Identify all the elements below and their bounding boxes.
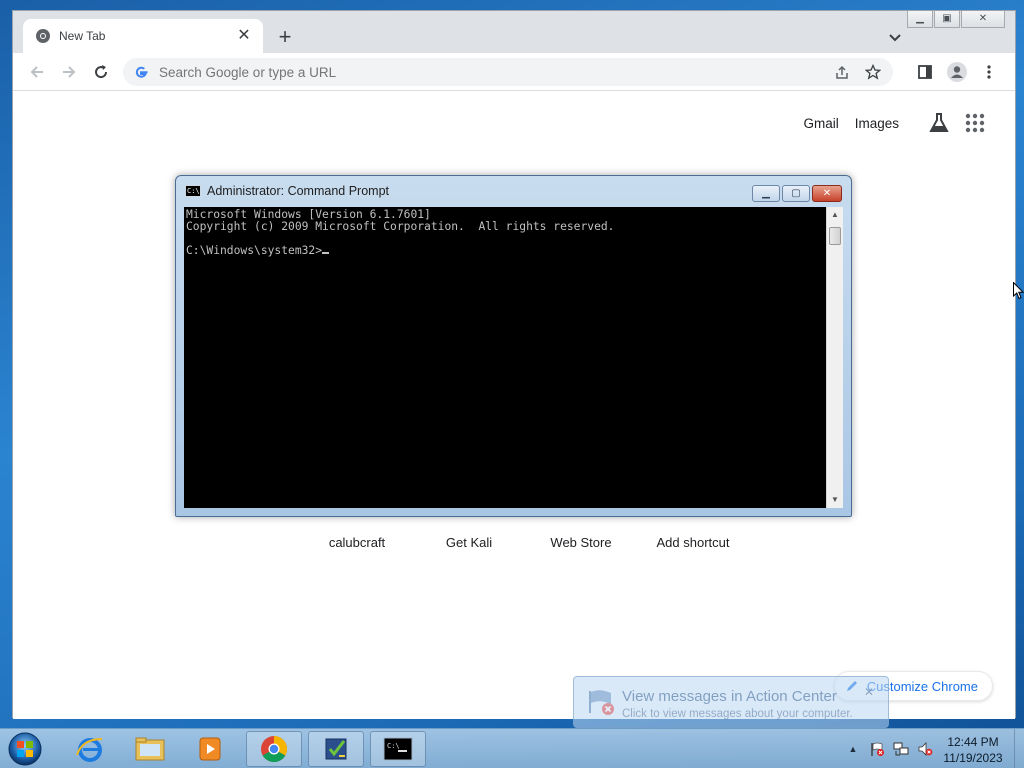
- minimize-icon: ▁: [762, 187, 770, 199]
- text-cursor: [322, 252, 330, 254]
- folder-icon: [135, 737, 165, 761]
- close-icon: ✕: [822, 187, 832, 199]
- shortcut-get-kali[interactable]: Get Kali: [413, 535, 525, 550]
- cmd-maximize-button[interactable]: ▢: [782, 185, 810, 202]
- reload-icon: [95, 65, 108, 79]
- cmd-minimize-button[interactable]: ▁: [752, 185, 780, 202]
- chrome-icon: [36, 29, 50, 43]
- chrome-icon: [261, 735, 288, 763]
- clock-date: 11/19/2023: [943, 751, 1003, 765]
- shortcut-web-store[interactable]: Web Store: [525, 535, 637, 550]
- omnibox[interactable]: [123, 58, 893, 86]
- maximize-icon: ▢: [791, 187, 801, 199]
- forward-button[interactable]: [57, 60, 81, 84]
- shortcut-calubcraft[interactable]: calubcraft: [301, 535, 413, 550]
- tray-network[interactable]: [892, 740, 910, 758]
- close-icon: ✕: [978, 13, 988, 24]
- network-icon: [893, 742, 909, 756]
- restore-button[interactable]: ▣: [934, 11, 960, 28]
- scroll-down-icon[interactable]: ▼: [827, 492, 843, 508]
- gmail-link[interactable]: Gmail: [803, 116, 838, 131]
- new-tab-button[interactable]: +: [272, 25, 298, 51]
- taskbar-chrome[interactable]: [246, 731, 302, 767]
- internet-explorer-icon: [76, 738, 103, 762]
- side-panel-icon: [918, 65, 932, 79]
- side-panel-button[interactable]: [913, 60, 937, 84]
- avatar-icon: [947, 62, 967, 82]
- taskbar-windows-explorer[interactable]: [122, 731, 178, 767]
- clock-time: 12:44 PM: [947, 735, 999, 749]
- url-input[interactable]: [159, 64, 831, 80]
- share-icon: [836, 65, 848, 79]
- action-center-flag-icon: [589, 690, 614, 715]
- arrow-right-icon: [63, 66, 76, 78]
- tab-new-tab[interactable]: New Tab ✕: [23, 19, 263, 53]
- star-icon: [865, 64, 881, 80]
- taskbar-command-prompt[interactable]: C:\: [370, 731, 426, 767]
- balloon-title: View messages in Action Center: [622, 688, 837, 705]
- media-player-icon: [199, 737, 221, 761]
- tab-close-icon[interactable]: ✕: [235, 27, 253, 45]
- tray-action-center[interactable]: [868, 740, 886, 758]
- google-icon: [135, 66, 148, 78]
- taskbar-clock[interactable]: 12:44 PM 11/19/2023: [936, 734, 1010, 766]
- taskbar-checklist-app[interactable]: [308, 731, 364, 767]
- cmd-window-controls: ▁ ▢ ✕: [750, 185, 842, 202]
- command-prompt-icon: C:\: [383, 737, 413, 761]
- shortcut-add-shortcut[interactable]: Add shortcut: [637, 535, 749, 550]
- tray-volume[interactable]: [916, 740, 934, 758]
- scroll-thumb[interactable]: [829, 227, 841, 245]
- console-line: Copyright (c) 2009 Microsoft Corporation…: [186, 220, 615, 233]
- apps-grid-icon[interactable]: [963, 111, 987, 135]
- menu-button[interactable]: [977, 60, 1001, 84]
- balloon-close-icon[interactable]: ✕: [864, 685, 874, 699]
- reload-button[interactable]: [89, 60, 113, 84]
- volume-muted-icon: [918, 742, 933, 756]
- share-button[interactable]: [831, 61, 853, 83]
- show-hidden-icons-button[interactable]: ▲: [844, 740, 862, 758]
- cmd-scrollbar[interactable]: ▲ ▼: [826, 207, 843, 508]
- console-prompt: C:\Windows\system32>: [186, 244, 323, 257]
- tab-strip: New Tab ✕ + ▁ ▣ ✕: [13, 11, 1015, 53]
- cmd-console[interactable]: Microsoft Windows [Version 6.1.7601] Cop…: [184, 207, 826, 508]
- close-button[interactable]: ✕: [961, 11, 1005, 28]
- system-tray: ▲: [844, 729, 940, 768]
- tab-title: New Tab: [59, 29, 106, 43]
- balloon-text: Click to view messages about your comput…: [622, 708, 853, 720]
- console-prompt-line: C:\Windows\system32>: [186, 245, 826, 257]
- taskbar: C:\ ▲ 12:44 PM 11/19/2023: [0, 728, 1024, 768]
- chevron-down-icon[interactable]: [883, 25, 907, 49]
- browser-toolbar: [13, 53, 1015, 91]
- images-link[interactable]: Images: [855, 116, 899, 131]
- taskbar-media-player[interactable]: [182, 731, 238, 767]
- start-button[interactable]: [4, 730, 46, 768]
- checklist-icon: [325, 738, 347, 760]
- kebab-menu-icon: [987, 65, 991, 79]
- restore-icon: ▣: [942, 13, 952, 24]
- chevron-up-icon: ▲: [848, 744, 858, 754]
- mouse-cursor-icon: [1013, 282, 1024, 300]
- show-desktop-button[interactable]: [1014, 729, 1024, 768]
- scroll-up-icon[interactable]: ▲: [827, 207, 843, 223]
- action-center-flag-icon: [871, 742, 884, 756]
- taskbar-internet-explorer[interactable]: [62, 731, 118, 767]
- bookmark-button[interactable]: [862, 61, 884, 83]
- labs-flask-icon[interactable]: [927, 111, 951, 135]
- back-button[interactable]: [25, 60, 49, 84]
- minimize-icon: ▁: [916, 13, 924, 24]
- cmd-close-button[interactable]: ✕: [812, 185, 842, 202]
- profile-button[interactable]: [945, 60, 969, 84]
- shortcuts-row: calubcraft Get Kali Web Store Add shortc…: [301, 535, 749, 550]
- cmd-window-title: Administrator: Command Prompt: [207, 184, 390, 198]
- top-links: Gmail Images: [803, 111, 987, 135]
- command-prompt-window: C:\ Administrator: Command Prompt ▁ ▢ ✕ …: [175, 175, 852, 517]
- action-center-balloon[interactable]: View messages in Action Center Click to …: [573, 676, 889, 728]
- arrow-left-icon: [30, 66, 43, 78]
- cmd-window-icon: C:\: [185, 185, 201, 197]
- window-controls: ▁ ▣ ✕: [906, 11, 1005, 28]
- minimize-button[interactable]: ▁: [907, 11, 933, 28]
- svg-text:C:\: C:\: [387, 742, 400, 750]
